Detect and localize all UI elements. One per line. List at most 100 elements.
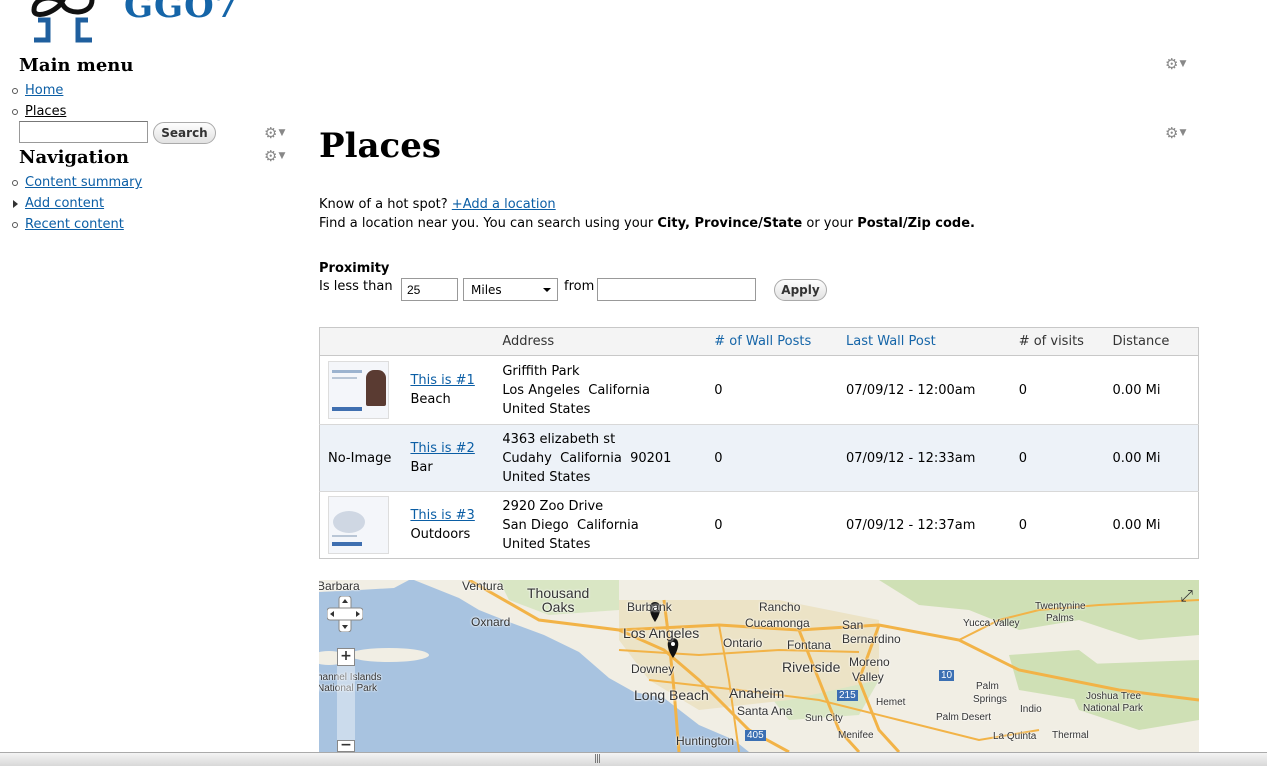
map-label: Santa Ana: [737, 704, 793, 718]
home-link[interactable]: Home: [25, 83, 63, 98]
gear-icon[interactable]: ⚙▼: [264, 126, 285, 141]
address-line: United States: [502, 536, 591, 552]
last-wall-post-cell: 07/09/12 - 12:33am: [845, 424, 1019, 492]
place-title-link[interactable]: This is #3: [410, 508, 474, 523]
gear-icon[interactable]: ⚙▼: [1165, 57, 1186, 72]
map-label: Twentynine: [1035, 601, 1086, 612]
map-label: Riverside: [782, 659, 841, 675]
wall-posts-cell: 0: [714, 424, 846, 492]
place-category: Beach: [410, 392, 451, 407]
map-zoom-slider[interactable]: + −: [337, 648, 355, 752]
no-image-text: No-Image: [319, 424, 411, 492]
wall-posts-sort-link[interactable]: # of Wall Posts: [714, 334, 811, 349]
address-line: United States: [502, 401, 591, 417]
visits-cell: 0: [1018, 517, 1027, 533]
map-label: Long Beach: [634, 687, 709, 703]
place-title-link[interactable]: This is #1: [410, 373, 474, 388]
collapsed-arrow-icon[interactable]: [13, 200, 18, 208]
map-pan-control[interactable]: [327, 596, 363, 632]
place-title-link[interactable]: This is #2: [410, 441, 474, 456]
map-label: Palm Desert: [936, 712, 992, 723]
unit-select[interactable]: Miles: [463, 278, 558, 301]
wall-posts-header[interactable]: # of Wall Posts: [714, 327, 846, 356]
find-text-1: Find a location near you. You can search…: [319, 216, 654, 231]
map-label: Huntington: [676, 734, 735, 748]
navigation-menu: Content summary Add content Recent conte…: [12, 172, 142, 235]
search-input[interactable]: [19, 121, 148, 143]
resize-grip-icon[interactable]: |||: [594, 754, 601, 764]
navigation-title: Navigation: [19, 147, 129, 168]
content-summary-link[interactable]: Content summary: [25, 175, 142, 190]
nav-item-recent-content: Recent content: [12, 214, 142, 235]
map-label: Oxnard: [471, 615, 511, 629]
map-label: Anaheim: [729, 685, 785, 701]
map-label: Palms: [1046, 613, 1074, 624]
distance-cell: 0.00 Mi: [1112, 355, 1199, 425]
address-line: 4363 elizabeth st: [502, 431, 616, 447]
address-line: United States: [502, 469, 591, 485]
apply-button[interactable]: Apply: [774, 279, 827, 301]
bullet-icon: [12, 180, 18, 186]
menu-item-places: Places: [12, 101, 66, 122]
map-label: Bernardino: [842, 632, 901, 646]
places-link[interactable]: Places: [25, 104, 66, 119]
places-map[interactable]: Barbara Ventura Thousand Oaks Oxnard Bur…: [319, 580, 1199, 752]
gear-icon[interactable]: ⚙▼: [264, 149, 285, 164]
nav-item-add-content: Add content: [12, 193, 142, 214]
nav-item-content-summary: Content summary: [12, 172, 142, 193]
site-logo[interactable]: [28, 0, 98, 46]
bullet-icon: [12, 88, 18, 94]
map-label: Joshua Tree: [1086, 691, 1142, 702]
last-wall-post-sort-link[interactable]: Last Wall Post: [846, 334, 936, 349]
map-label: Thousand Oaks: [527, 585, 590, 615]
map-label: Springs: [973, 694, 1007, 705]
map-label: Burbank: [627, 600, 672, 614]
table-row: This is #1 Beach Griffith Park Los Angeles…: [319, 355, 1199, 425]
from-location-input[interactable]: [597, 278, 756, 301]
distance-cell: 0.00 Mi: [1112, 517, 1161, 533]
address-line: Cudahy California 90201: [502, 450, 672, 466]
find-bold-2: Postal/Zip code.: [857, 216, 975, 231]
map-label: Los Angeles: [623, 625, 700, 641]
table-row: No-Image This is #2 Bar 4363 elizabeth st…: [319, 424, 1199, 492]
zoom-in-button[interactable]: +: [337, 648, 355, 666]
place-thumbnail[interactable]: [328, 361, 389, 419]
last-wall-post-cell: 07/09/12 - 12:00am: [845, 355, 1019, 425]
map-label: Fontana: [787, 638, 832, 652]
last-wall-post-cell: 07/09/12 - 12:37am: [845, 517, 976, 533]
map-label: Yucca Valley: [963, 618, 1020, 629]
map-label: Moreno: [849, 655, 890, 669]
add-location-link[interactable]: +Add a location: [452, 197, 556, 212]
table-header-row: Address # of Wall Posts Last Wall Post #…: [319, 327, 1199, 356]
fullscreen-icon[interactable]: ⤢: [1180, 586, 1193, 606]
add-content-link[interactable]: Add content: [25, 196, 104, 211]
highway-shield: 405: [745, 730, 766, 741]
highway-shield: 215: [837, 690, 858, 701]
highway-shield: 10: [939, 670, 955, 681]
find-text-2: or your: [806, 216, 854, 231]
gear-icon[interactable]: ⚙▼: [1165, 126, 1186, 141]
map-label: Ontario: [723, 636, 763, 650]
place-thumbnail[interactable]: [328, 496, 389, 554]
main-menu-title: Main menu: [19, 55, 134, 76]
search-button[interactable]: Search: [153, 122, 216, 144]
is-less-than-label: Is less than: [319, 279, 393, 294]
zoom-out-button[interactable]: −: [337, 738, 355, 752]
site-name[interactable]: GGO7: [124, 0, 239, 26]
find-description: Find a location near you. You can search…: [319, 214, 975, 233]
place-category: Outdoors: [410, 527, 471, 542]
map-label: Palm: [976, 681, 999, 692]
distance-cell: 0.00 Mi: [1112, 424, 1199, 492]
distance-input[interactable]: [401, 278, 458, 301]
map-label: Rancho: [759, 600, 801, 614]
unit-select-value: Miles: [471, 283, 502, 297]
wall-posts-cell: 0: [714, 355, 846, 425]
intro-line: Know of a hot spot? +Add a location: [319, 195, 556, 214]
image-header: [319, 327, 411, 356]
menu-item-home: Home: [12, 80, 66, 101]
recent-content-link[interactable]: Recent content: [25, 217, 124, 232]
map-label: Sun City: [805, 713, 843, 724]
bullet-icon: [12, 109, 18, 115]
last-wall-post-header[interactable]: Last Wall Post: [845, 327, 1019, 356]
table-row: This is #3 Outdoors 2920 Zoo Drive San Die…: [320, 492, 1199, 559]
